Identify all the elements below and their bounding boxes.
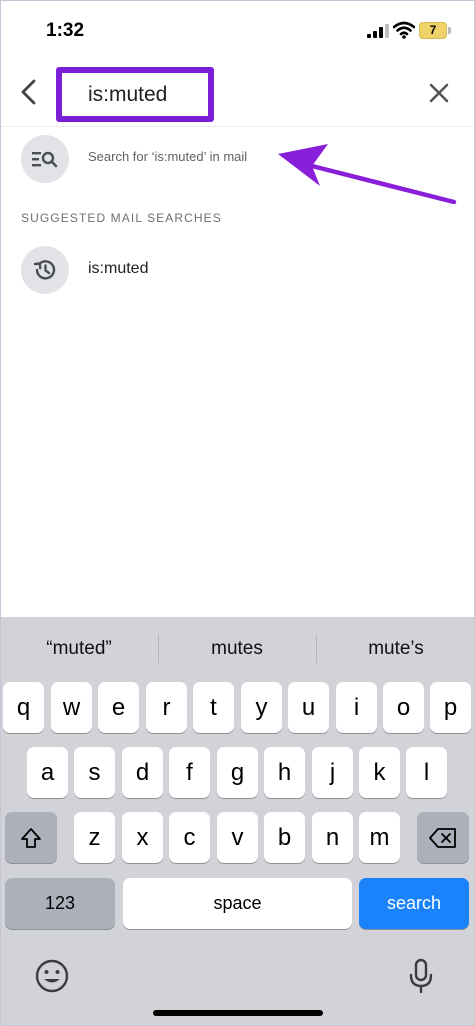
key-w[interactable]: w bbox=[51, 682, 92, 733]
clear-search-icon[interactable] bbox=[426, 80, 452, 106]
key-a[interactable]: a bbox=[27, 747, 68, 798]
key-u[interactable]: u bbox=[288, 682, 329, 733]
status-time: 1:32 bbox=[46, 20, 85, 41]
search-key[interactable]: search bbox=[359, 878, 469, 929]
space-key[interactable]: space bbox=[123, 878, 352, 929]
back-arrow-icon[interactable] bbox=[14, 76, 44, 108]
key-r[interactable]: r bbox=[146, 682, 187, 733]
search-in-mail-text: Search for ‘is:muted’ in mail bbox=[88, 149, 248, 164]
key-o[interactable]: o bbox=[383, 682, 424, 733]
emoji-icon[interactable] bbox=[32, 956, 72, 996]
key-i[interactable]: i bbox=[336, 682, 377, 733]
key-m[interactable]: m bbox=[359, 812, 400, 863]
prediction-1[interactable]: “muted” bbox=[0, 631, 158, 667]
key-c[interactable]: c bbox=[169, 812, 210, 863]
prediction-2[interactable]: mutes bbox=[158, 631, 316, 667]
key-j[interactable]: j bbox=[312, 747, 353, 798]
shift-icon bbox=[21, 827, 41, 848]
key-p[interactable]: p bbox=[430, 682, 471, 733]
annotation-arrow-icon bbox=[278, 144, 457, 205]
battery-level: 7 bbox=[429, 23, 437, 37]
prediction-3[interactable]: mute’s bbox=[317, 631, 475, 667]
wifi-icon bbox=[393, 21, 415, 39]
key-f[interactable]: f bbox=[169, 747, 210, 798]
key-e[interactable]: e bbox=[98, 682, 139, 733]
key-q[interactable]: q bbox=[3, 682, 44, 733]
microphone-icon[interactable] bbox=[401, 956, 441, 996]
key-k[interactable]: k bbox=[359, 747, 400, 798]
backspace-icon bbox=[429, 827, 456, 848]
key-x[interactable]: x bbox=[122, 812, 163, 863]
search-query-text: is:muted bbox=[88, 83, 168, 106]
key-h[interactable]: h bbox=[264, 747, 305, 798]
status-bar: 1:32 7 bbox=[0, 0, 475, 60]
shift-key[interactable] bbox=[5, 812, 57, 863]
search-input[interactable]: is:muted bbox=[56, 67, 214, 122]
header-divider bbox=[0, 126, 475, 127]
home-indicator bbox=[153, 1010, 323, 1016]
key-s[interactable]: s bbox=[74, 747, 115, 798]
key-y[interactable]: y bbox=[241, 682, 282, 733]
key-b[interactable]: b bbox=[264, 812, 305, 863]
recent-search-item[interactable]: is:muted bbox=[0, 241, 475, 297]
key-v[interactable]: v bbox=[217, 812, 258, 863]
key-n[interactable]: n bbox=[312, 812, 353, 863]
recent-search-text: is:muted bbox=[88, 260, 149, 277]
key-d[interactable]: d bbox=[122, 747, 163, 798]
backspace-key[interactable] bbox=[417, 812, 469, 863]
history-icon bbox=[21, 246, 69, 294]
numbers-key[interactable]: 123 bbox=[5, 878, 115, 929]
suggested-searches-heading: SUGGESTED MAIL SEARCHES bbox=[21, 211, 222, 225]
battery-icon: 7 bbox=[419, 22, 451, 39]
keyboard: “muted” mutes mute’s q w e r t y u i o p… bbox=[0, 617, 475, 1026]
predictive-text-bar: “muted” mutes mute’s bbox=[0, 631, 475, 667]
key-t[interactable]: t bbox=[193, 682, 234, 733]
cellular-signal-icon bbox=[367, 24, 389, 38]
key-l[interactable]: l bbox=[406, 747, 447, 798]
search-list-icon bbox=[21, 135, 69, 183]
key-g[interactable]: g bbox=[217, 747, 258, 798]
key-z[interactable]: z bbox=[74, 812, 115, 863]
